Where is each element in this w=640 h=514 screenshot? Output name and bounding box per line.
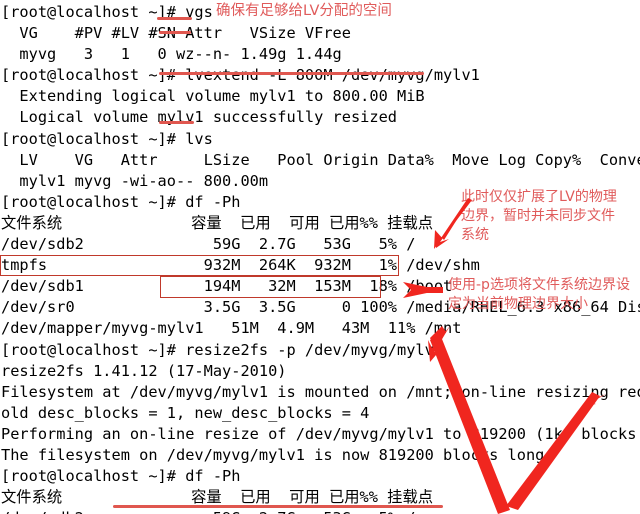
highlight-box-resize2fs-command [160, 276, 381, 298]
terminal-line: [root@localhost ~]# lvs [1, 129, 213, 148]
underline-lvs-command [159, 121, 194, 124]
terminal-line: myvg 3 1 0 wz--n- 1.49g 1.44g [1, 45, 342, 64]
terminal-line: [root@localhost ~]# lvextend -L 800M /de… [1, 66, 480, 85]
underline-vgs-command [157, 17, 192, 20]
terminal-line: [root@localhost ~]# resize2fs -p /dev/my… [1, 340, 444, 359]
underline-attr-column [159, 31, 191, 34]
annotation-bottom-note: 使用-p选项将文件系统边界设 定为当前物理边界大小 [448, 277, 630, 312]
annotation-middle-note: 此时仅仅扩展了LV的物理 边界，暂时并未同步文件 系统 [461, 189, 617, 243]
underline-lvextend-command [159, 72, 424, 75]
arrow-to-mnt-final [506, 392, 606, 510]
terminal-line: /dev/mapper/myvg-mylv1 51M 4.9M 43M 11% … [1, 319, 462, 338]
annotation-top-note: 确保有足够给LV分配的空间 [216, 3, 392, 19]
highlight-box-mapper-line [0, 255, 399, 276]
terminal-line: resize2fs 1.41.12 (17-May-2010) [1, 361, 287, 380]
arrow-to-mapper-line [434, 198, 472, 249]
terminal-line: Logical volume mylv1 successfully resize… [1, 108, 398, 127]
terminal-line: VG #PV #LV #SN Attr VSize VFree [19, 24, 351, 43]
terminal-line: Extending logical volume mylv1 to 800.00… [1, 87, 425, 106]
terminal-line: LV VG Attr LSize Pool Origin Data% Move … [1, 150, 640, 169]
arrow-to-resize2fs-command [403, 282, 443, 298]
terminal-screenshot: [root@localhost ~]# vgs VG #PV #LV #SN A… [0, 0, 640, 514]
